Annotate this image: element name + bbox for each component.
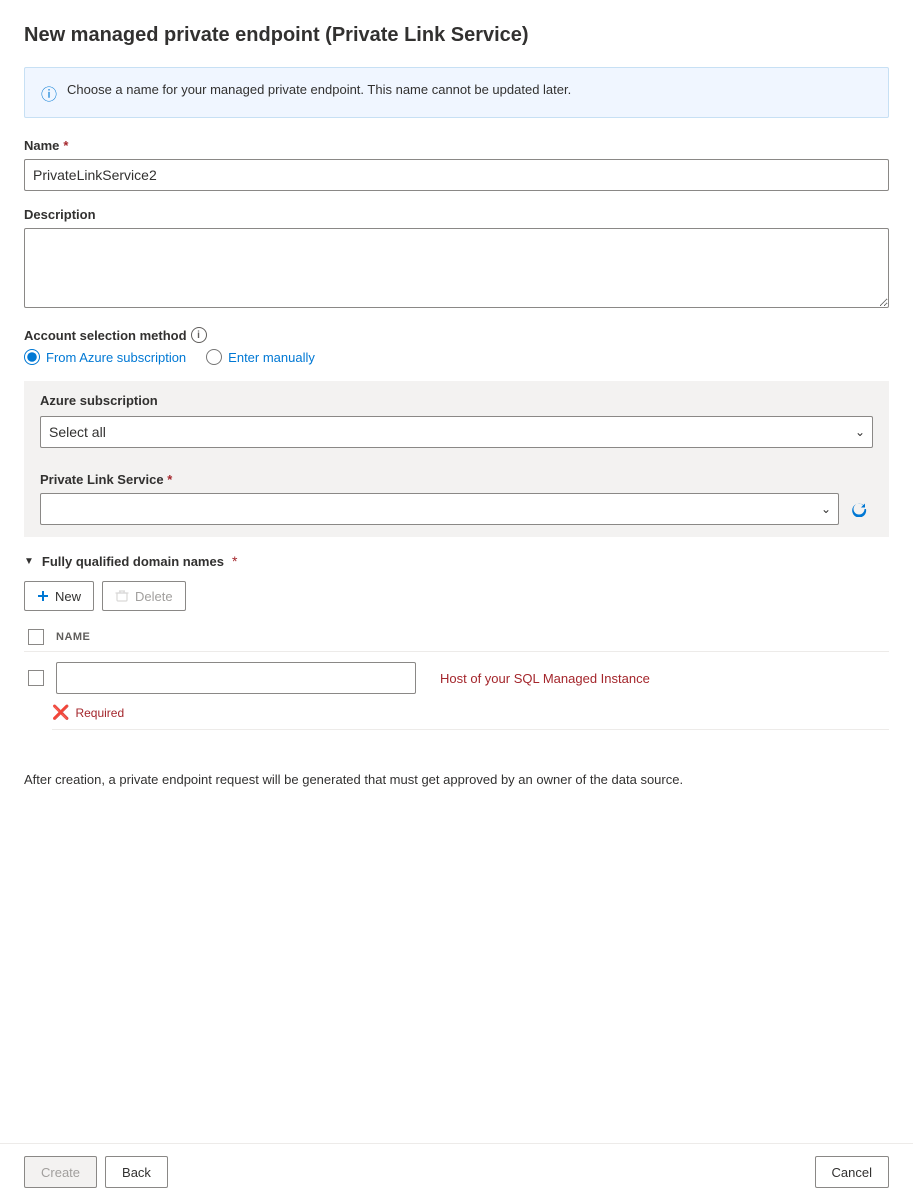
footer-bar: Create Back Cancel [0, 1143, 913, 1200]
fqdn-row-entry: Host of your SQL Managed Instance [24, 656, 889, 700]
fqdn-collapse-icon[interactable]: ▼ [24, 556, 34, 567]
fqdn-required-star: * [232, 553, 237, 569]
fqdn-section: ▼ Fully qualified domain names * New [24, 553, 889, 730]
fqdn-title: Fully qualified domain names [42, 554, 224, 569]
plus-icon [37, 590, 49, 602]
account-selection-radio-group: From Azure subscription Enter manually [24, 349, 889, 365]
error-icon: ❌ [52, 704, 69, 721]
radio-manual-label: Enter manually [228, 350, 315, 365]
create-button[interactable]: Create [24, 1156, 97, 1188]
azure-subscription-section: Azure subscription Select all ⌄ [24, 381, 889, 460]
table-row: Host of your SQL Managed Instance ❌ Requ… [24, 656, 889, 730]
radio-enter-manually[interactable]: Enter manually [206, 349, 315, 365]
radio-manual-input[interactable] [206, 349, 222, 365]
host-hint-text: Host of your SQL Managed Instance [440, 671, 650, 686]
cancel-button[interactable]: Cancel [815, 1156, 889, 1188]
delete-icon [115, 589, 129, 603]
private-link-required-star: * [167, 472, 172, 487]
fqdn-error-row: ❌ Required [52, 704, 889, 721]
info-banner-text: Choose a name for your managed private e… [67, 80, 571, 100]
name-label: Name * [24, 138, 889, 153]
private-link-select-wrapper: ⌄ [40, 493, 839, 525]
private-link-section: Private Link Service * ⌄ [24, 460, 889, 537]
page-title: New managed private endpoint (Private Li… [24, 24, 889, 47]
radio-azure-subscription[interactable]: From Azure subscription [24, 349, 186, 365]
description-field-group: Description [24, 207, 889, 311]
account-selection-tooltip-icon[interactable]: i [191, 327, 207, 343]
private-link-label: Private Link Service * [40, 460, 873, 487]
back-button[interactable]: Back [105, 1156, 168, 1188]
delete-button[interactable]: Delete [102, 581, 186, 611]
new-button[interactable]: New [24, 581, 94, 611]
description-label: Description [24, 207, 889, 222]
fqdn-table-header: NAME [24, 623, 889, 652]
account-selection-group: Account selection method i From Azure su… [24, 327, 889, 537]
info-banner: ⓘ Choose a name for your managed private… [24, 67, 889, 118]
header-select-all-checkbox[interactable] [28, 629, 44, 645]
info-icon: ⓘ [41, 81, 57, 105]
after-creation-note: After creation, a private endpoint reque… [24, 770, 889, 790]
fqdn-header: ▼ Fully qualified domain names * [24, 553, 889, 569]
azure-subscription-select[interactable]: Select all [40, 416, 873, 448]
description-input[interactable] [24, 228, 889, 308]
radio-azure-input[interactable] [24, 349, 40, 365]
private-link-select[interactable] [40, 493, 839, 525]
name-column-header: NAME [56, 631, 90, 643]
private-link-select-row: ⌄ [40, 493, 873, 525]
row-separator [52, 729, 889, 730]
error-text: Required [75, 706, 124, 720]
name-required-star: * [63, 138, 68, 153]
account-selection-label: Account selection method i [24, 327, 889, 343]
fqdn-name-input[interactable] [56, 662, 416, 694]
radio-azure-label: From Azure subscription [46, 350, 186, 365]
fqdn-toolbar: New Delete [24, 581, 889, 611]
header-checkbox-col [24, 629, 48, 645]
refresh-button[interactable] [845, 493, 873, 525]
name-field-group: Name * [24, 138, 889, 191]
name-input[interactable] [24, 159, 889, 191]
refresh-icon [851, 501, 867, 517]
row-checkbox[interactable] [28, 670, 44, 686]
azure-subscription-select-wrapper: Select all ⌄ [40, 416, 873, 448]
azure-subscription-label: Azure subscription [40, 393, 873, 408]
